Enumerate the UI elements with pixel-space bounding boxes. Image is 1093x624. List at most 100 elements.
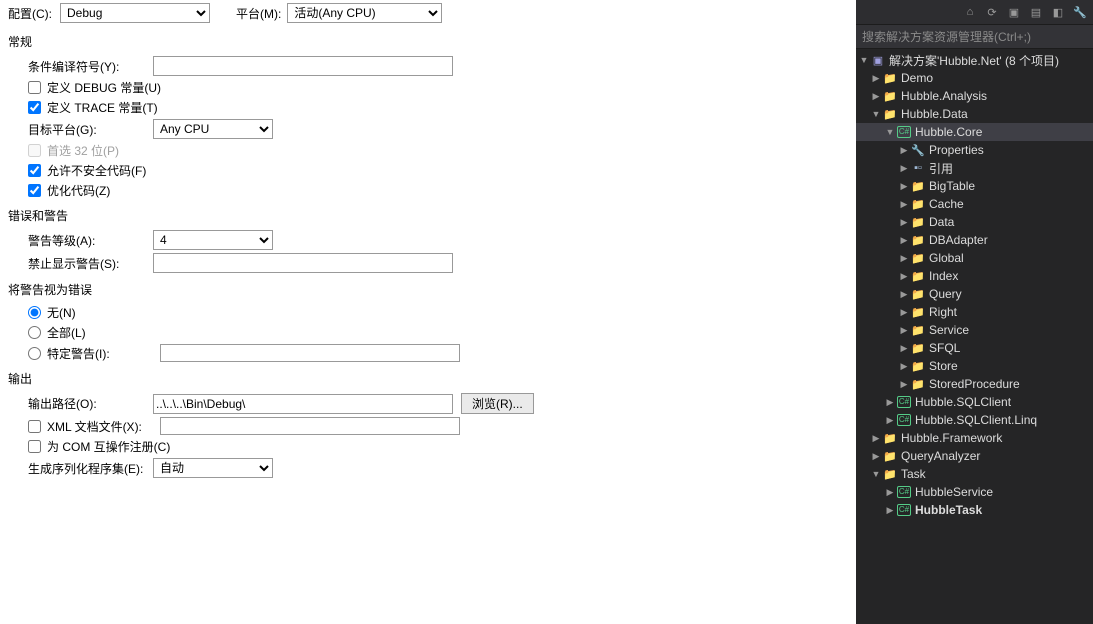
output-path-input[interactable] [153, 394, 453, 414]
tree-node[interactable]: ▶📁Hubble.Analysis [856, 87, 1093, 105]
expand-icon[interactable]: ▶ [898, 325, 910, 336]
gen-serial-select[interactable]: 自动 [153, 458, 273, 478]
folder-icon: 📁 [910, 324, 926, 337]
collapse-icon[interactable]: ▣ [1007, 5, 1021, 19]
define-trace-checkbox[interactable] [28, 101, 41, 114]
treat-specific-radio[interactable] [28, 347, 41, 360]
gen-serial-label: 生成序列化程序集(E): [28, 460, 153, 477]
tree-node[interactable]: ▼📁Task [856, 465, 1093, 483]
browse-button[interactable]: 浏览(R)... [461, 393, 534, 414]
xml-doc-checkbox[interactable] [28, 420, 41, 433]
expand-icon[interactable]: ▶ [898, 307, 910, 318]
expand-icon[interactable]: ▼ [858, 55, 870, 65]
expand-icon[interactable]: ▶ [898, 217, 910, 228]
config-select[interactable]: Debug [60, 3, 210, 23]
node-label: Index [929, 269, 958, 283]
tree-node[interactable]: ▶C#Hubble.SQLClient.Linq [856, 411, 1093, 429]
folder-icon: 📁 [910, 270, 926, 283]
expand-icon[interactable]: ▶ [884, 505, 896, 516]
expand-icon[interactable]: ▶ [884, 415, 896, 426]
expand-icon[interactable]: ▼ [884, 127, 896, 137]
folder-icon: 📁 [910, 234, 926, 247]
tree-node[interactable]: ▶C#HubbleTask [856, 501, 1093, 519]
tree-node[interactable]: ▶📁DBAdapter [856, 231, 1093, 249]
expand-icon[interactable]: ▶ [898, 235, 910, 246]
home-icon[interactable]: ⌂ [963, 5, 977, 19]
expand-icon[interactable]: ▶ [870, 433, 882, 444]
wrench-icon[interactable]: 🔧 [1073, 5, 1087, 19]
treat-all-radio[interactable] [28, 326, 41, 339]
show-all-icon[interactable]: ▤ [1029, 5, 1043, 19]
treat-specific-input[interactable] [160, 344, 460, 362]
node-label: Task [901, 467, 926, 481]
tree-node[interactable]: ▶📁Query [856, 285, 1093, 303]
tree-node[interactable]: ▶📁Global [856, 249, 1093, 267]
expand-icon[interactable]: ▶ [898, 271, 910, 282]
explorer-search[interactable]: 搜索解决方案资源管理器(Ctrl+;) [856, 25, 1093, 49]
suppress-warn-input[interactable] [153, 253, 453, 273]
tree-node[interactable]: ▶📁Hubble.Framework [856, 429, 1093, 447]
tree-node[interactable]: ▶📁Store [856, 357, 1093, 375]
expand-icon[interactable]: ▼ [870, 469, 882, 479]
expand-icon[interactable]: ▶ [898, 163, 910, 174]
define-debug-checkbox[interactable] [28, 81, 41, 94]
tree-node[interactable]: ▶📁BigTable [856, 177, 1093, 195]
expand-icon[interactable]: ▶ [898, 289, 910, 300]
tree-node[interactable]: ▶📁StoredProcedure [856, 375, 1093, 393]
tree-node[interactable]: ▶📁Service [856, 321, 1093, 339]
expand-icon[interactable]: ▶ [870, 73, 882, 84]
node-label: HubbleService [915, 485, 993, 499]
node-label: Properties [929, 143, 984, 157]
expand-icon[interactable]: ▶ [884, 487, 896, 498]
expand-icon[interactable]: ▶ [898, 253, 910, 264]
expand-icon[interactable]: ▶ [898, 343, 910, 354]
tree-node[interactable]: ▼C#Hubble.Core [856, 123, 1093, 141]
xml-doc-input[interactable] [160, 417, 460, 435]
node-label: Global [929, 251, 964, 265]
expand-icon[interactable]: ▶ [898, 199, 910, 210]
target-platform-select[interactable]: Any CPU [153, 119, 273, 139]
expand-icon[interactable]: ▶ [898, 145, 910, 156]
folder-icon: 📁 [910, 198, 926, 211]
tree-node[interactable]: ▶📁Cache [856, 195, 1093, 213]
tree-node[interactable]: ▶▪▫引用 [856, 159, 1093, 177]
define-debug-label: 定义 DEBUG 常量(U) [47, 79, 161, 96]
expand-icon[interactable]: ▶ [884, 397, 896, 408]
tree-node[interactable]: ▶📁Right [856, 303, 1093, 321]
com-interop-checkbox[interactable] [28, 440, 41, 453]
allow-unsafe-checkbox[interactable] [28, 164, 41, 177]
tree-node[interactable]: ▶📁QueryAnalyzer [856, 447, 1093, 465]
platform-select[interactable]: 活动(Any CPU) [287, 3, 442, 23]
solution-explorer: ⌂ ⟳ ▣ ▤ ◧ 🔧 搜索解决方案资源管理器(Ctrl+;) ▼ ▣ 解决方案… [856, 0, 1093, 624]
folder-icon: 📁 [882, 72, 898, 85]
optimize-checkbox[interactable] [28, 184, 41, 197]
tree-node[interactable]: ▶C#HubbleService [856, 483, 1093, 501]
expand-icon[interactable]: ▶ [898, 379, 910, 390]
tree-node[interactable]: ▶📁Demo [856, 69, 1093, 87]
solution-node[interactable]: ▼ ▣ 解决方案'Hubble.Net' (8 个项目) [856, 51, 1093, 69]
warn-level-select[interactable]: 4 [153, 230, 273, 250]
expand-icon[interactable]: ▼ [870, 109, 882, 119]
tree-node[interactable]: ▶📁Data [856, 213, 1093, 231]
node-label: Hubble.Core [915, 125, 982, 139]
tree-node[interactable]: ▶🔧Properties [856, 141, 1093, 159]
node-label: Hubble.Analysis [901, 89, 987, 103]
tree-node[interactable]: ▶C#Hubble.SQLClient [856, 393, 1093, 411]
references-icon: ▪▫ [910, 162, 926, 174]
sync-icon[interactable]: ⟳ [985, 5, 999, 19]
expand-icon[interactable]: ▶ [870, 91, 882, 102]
node-label: Right [929, 305, 957, 319]
define-trace-label: 定义 TRACE 常量(T) [47, 99, 158, 116]
folder-icon: 📁 [882, 108, 898, 121]
csharp-project-icon: C# [896, 504, 912, 516]
node-label: Hubble.Data [901, 107, 968, 121]
properties-icon[interactable]: ◧ [1051, 5, 1065, 19]
tree-node[interactable]: ▼📁Hubble.Data [856, 105, 1093, 123]
treat-none-radio[interactable] [28, 306, 41, 319]
tree-node[interactable]: ▶📁Index [856, 267, 1093, 285]
cond-symbols-input[interactable] [153, 56, 453, 76]
expand-icon[interactable]: ▶ [898, 181, 910, 192]
expand-icon[interactable]: ▶ [870, 451, 882, 462]
expand-icon[interactable]: ▶ [898, 361, 910, 372]
tree-node[interactable]: ▶📁SFQL [856, 339, 1093, 357]
